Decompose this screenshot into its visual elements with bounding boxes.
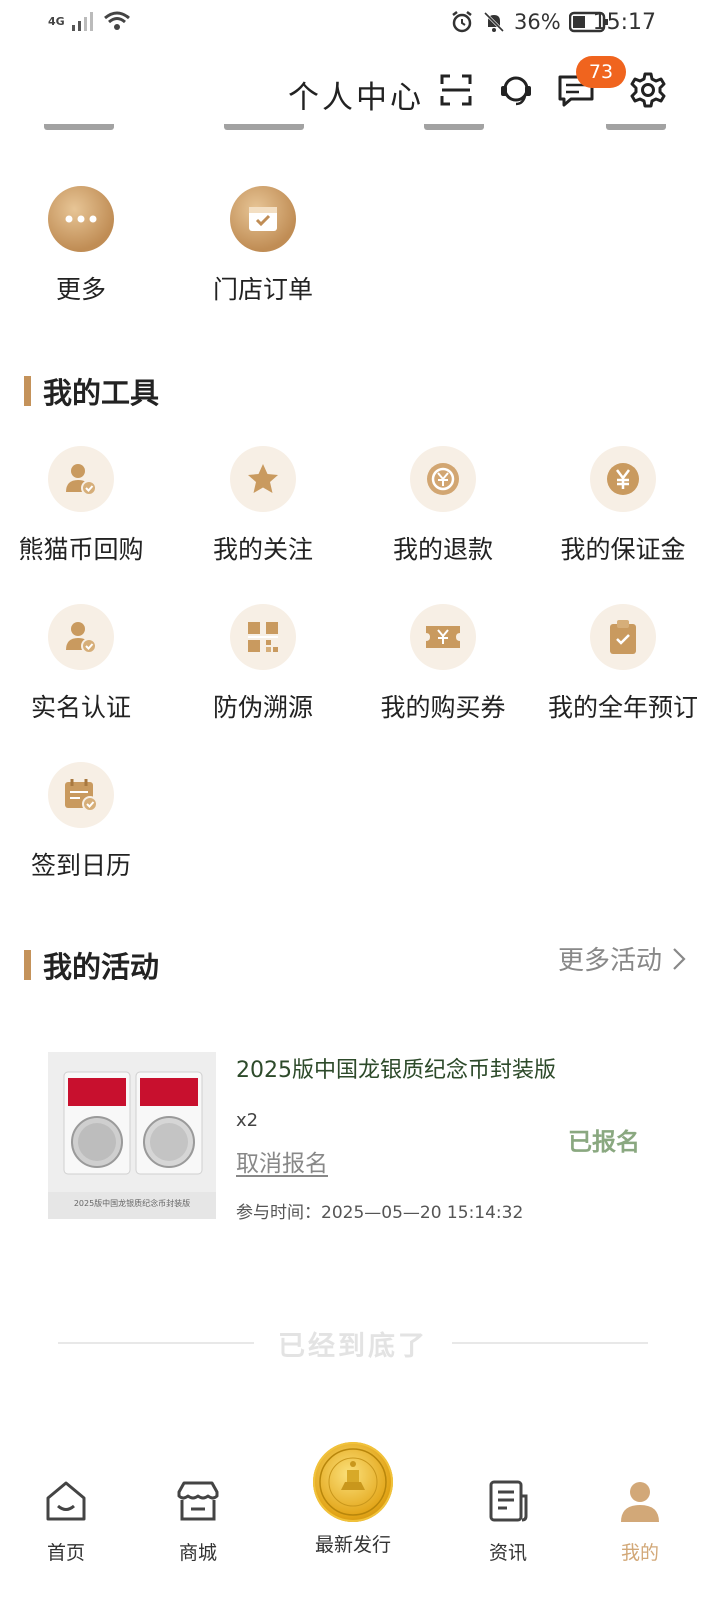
tab-new-release-label: 最新发行 (314, 1534, 391, 1556)
more-dots-icon (48, 186, 114, 252)
battery-percent: 36% (514, 10, 561, 34)
tool-label: 实名认证 (30, 693, 131, 722)
more-item-label: 更多 (55, 275, 106, 304)
calendar-check-icon (48, 762, 114, 828)
tool-label: 签到日历 (30, 851, 131, 880)
signal-icon (71, 12, 93, 31)
tool-label: 我的全年预订 (547, 693, 698, 722)
refund-icon (410, 446, 476, 512)
settings-button[interactable] (628, 70, 668, 110)
tab-mine[interactable]: 我的 (590, 1478, 690, 1565)
tool-label: 我的退款 (392, 535, 493, 564)
national-emblem-coin-icon[interactable] (313, 1442, 393, 1522)
tab-home[interactable]: 首页 (16, 1478, 116, 1565)
activities-title-text: 我的活动 (43, 950, 160, 984)
wifi-icon (103, 11, 130, 30)
tool-label: 我的购买券 (380, 693, 506, 722)
yen-coin-icon (590, 446, 656, 512)
store-order-item-label: 门店订单 (212, 275, 313, 304)
scan-icon (440, 74, 472, 106)
activity-title: 2025版中国龙银质纪念币封装版 (236, 1058, 556, 1083)
tab-news[interactable]: 资讯 (458, 1478, 558, 1565)
scan-button[interactable] (436, 70, 476, 110)
page-title: 个人中心 (288, 80, 424, 116)
tool-annual-reservation[interactable]: 我的全年预订 (533, 604, 713, 724)
tab-news-label: 资讯 (488, 1542, 527, 1564)
tab-mall[interactable]: 商城 (148, 1478, 248, 1565)
store-order-item[interactable]: 门店订单 (173, 186, 353, 306)
tools-title-text: 我的工具 (43, 376, 160, 410)
tab-mall-label: 商城 (178, 1542, 217, 1564)
tool-anti-counterfeit[interactable]: 防伪溯源 (173, 604, 353, 724)
more-item[interactable]: 更多 (0, 186, 171, 306)
gear-icon (630, 72, 666, 108)
tool-label: 我的保证金 (560, 535, 686, 564)
tab-mine-label: 我的 (620, 1542, 659, 1564)
clipboard-check-icon (590, 604, 656, 670)
tool-label: 熊猫币回购 (18, 535, 144, 564)
tool-purchase-coupon[interactable]: 我的购买券 (353, 604, 533, 724)
signal-group: 4G (48, 10, 131, 32)
customer-service-button[interactable] (496, 70, 536, 110)
home-icon (46, 1481, 86, 1521)
bottom-tab-bar: 首页 商城 最新发行 资讯 我的 (0, 1440, 720, 1600)
scrolled-content-edge (0, 124, 720, 138)
store-icon (177, 1481, 219, 1521)
status-bar: 4G 36% 15:17 (0, 0, 720, 50)
status-right: 36% (450, 10, 609, 34)
tool-label: 防伪溯源 (212, 693, 313, 722)
registration-status: 已报名 (568, 1128, 640, 1156)
user-check-icon (48, 446, 114, 512)
chevron-right-icon (673, 947, 686, 970)
header: 个人中心 73 (0, 56, 720, 122)
tool-real-name[interactable]: 实名认证 (0, 604, 171, 724)
coupon-icon (410, 604, 476, 670)
qr-code-icon (230, 604, 296, 670)
tool-label: 我的关注 (212, 535, 313, 564)
store-order-icon (230, 186, 296, 252)
activity-quantity: x2 (236, 1110, 259, 1131)
section-accent-bar (24, 376, 31, 406)
end-of-list-text: 已经到底了 (278, 1330, 428, 1362)
news-icon (489, 1480, 528, 1522)
headset-icon (501, 76, 531, 106)
tool-my-refund[interactable]: 我的退款 (353, 446, 533, 566)
message-badge: 73 (576, 56, 626, 88)
section-accent-bar (24, 950, 31, 980)
divider-right (452, 1342, 648, 1344)
user-icon (621, 1482, 659, 1522)
id-verify-icon (48, 604, 114, 670)
alarm-icon (452, 11, 472, 33)
coin-image-caption: 2025版中国龙银质纪念币封装版 (73, 1199, 191, 1208)
tab-home-label: 首页 (46, 1542, 85, 1564)
more-activities-label: 更多活动 (557, 946, 662, 976)
end-of-list-indicator: 已经到底了 (58, 1326, 648, 1362)
coin-product-image: 2025版中国龙银质纪念币封装版 (48, 1052, 216, 1219)
tool-my-deposit[interactable]: 我的保证金 (533, 446, 713, 566)
activity-card[interactable]: 2025版中国龙银质纪念币封装版 2025版中国龙银质纪念币封装版 x2 取消报… (48, 1052, 688, 1232)
star-icon (230, 446, 296, 512)
participation-time: 参与时间：2025—05—20 15:14:32 (236, 1203, 524, 1223)
clock: 15:17 (592, 10, 656, 35)
divider-left (58, 1342, 254, 1344)
tool-panda-buyback[interactable]: 熊猫币回购 (0, 446, 171, 566)
tool-my-follow[interactable]: 我的关注 (173, 446, 353, 566)
tools-section-title: 我的工具 (24, 370, 159, 412)
activities-section-title: 我的活动 (24, 944, 159, 986)
tab-new-release[interactable]: 最新发行 (303, 1530, 403, 1557)
cancel-registration-link[interactable]: 取消报名 (236, 1144, 328, 1178)
mute-bell-icon (483, 11, 505, 33)
network-type: 4G (48, 14, 65, 28)
more-activities-link[interactable]: 更多活动 (558, 940, 686, 977)
tool-checkin-calendar[interactable]: 签到日历 (0, 762, 171, 882)
